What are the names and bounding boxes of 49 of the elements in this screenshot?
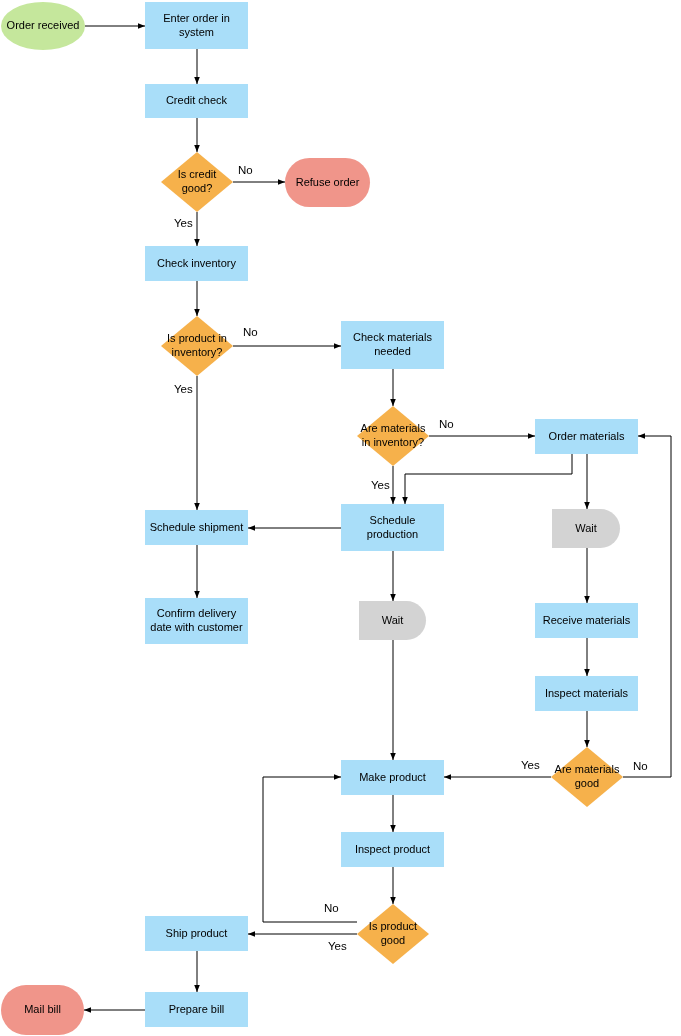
connector-arrow (390, 866, 396, 905)
process-step: Enter order in system (145, 2, 248, 49)
branch-label: No (324, 902, 339, 914)
process-step: Make product (341, 760, 444, 795)
connector-arrow (83, 1007, 146, 1013)
delay-shape: Wait (552, 509, 620, 548)
process-step: Schedule production (341, 504, 444, 551)
connector-arrow (194, 950, 200, 993)
connector-arrow (194, 544, 200, 599)
connector-arrow (390, 368, 396, 407)
connector-arrow (584, 637, 590, 677)
process-step: Credit check (145, 84, 248, 118)
connector-arrow (194, 211, 200, 247)
decision-diamond: Is credit good? (161, 152, 233, 212)
branch-label: Yes (328, 940, 347, 952)
process-step: Ship product (145, 916, 248, 951)
process-step: Check materials needed (341, 321, 444, 369)
end-terminal: Mail bill (1, 985, 84, 1035)
branch-label: Yes (174, 217, 193, 229)
start-ellipse: Order received (1, 2, 85, 50)
branch-label: Yes (371, 479, 390, 491)
connector-arrow (390, 465, 396, 505)
connector-arrow (84, 23, 146, 29)
connector-arrow (232, 179, 286, 185)
process-step: Check inventory (145, 246, 248, 281)
process-step: Prepare bill (145, 992, 248, 1027)
process-step: Receive materials (535, 603, 638, 638)
branch-label: Yes (521, 759, 540, 771)
branch-label: No (243, 326, 258, 338)
process-step: Confirm delivery date with customer (145, 598, 248, 644)
process-step: Inspect product (341, 832, 444, 867)
branch-label: No (238, 164, 253, 176)
connector-arrow (194, 280, 200, 317)
process-step: Order materials (535, 419, 638, 454)
delay-shape: Wait (359, 601, 426, 640)
branch-label: No (633, 760, 648, 772)
connector-arrow (584, 453, 590, 510)
connector-arrow (584, 710, 590, 748)
decision-diamond: Is product good (357, 904, 429, 964)
connector-arrow (194, 48, 200, 85)
connector-arrow (194, 117, 200, 153)
connector-arrow (584, 547, 590, 604)
connector-arrow (390, 550, 396, 602)
process-step: Schedule shipment (145, 510, 248, 545)
branch-label: Yes (174, 383, 193, 395)
process-step: Inspect materials (535, 676, 638, 711)
branch-label: No (439, 418, 454, 430)
end-terminal: Refuse order (285, 158, 370, 207)
connector-arrow (390, 794, 396, 833)
